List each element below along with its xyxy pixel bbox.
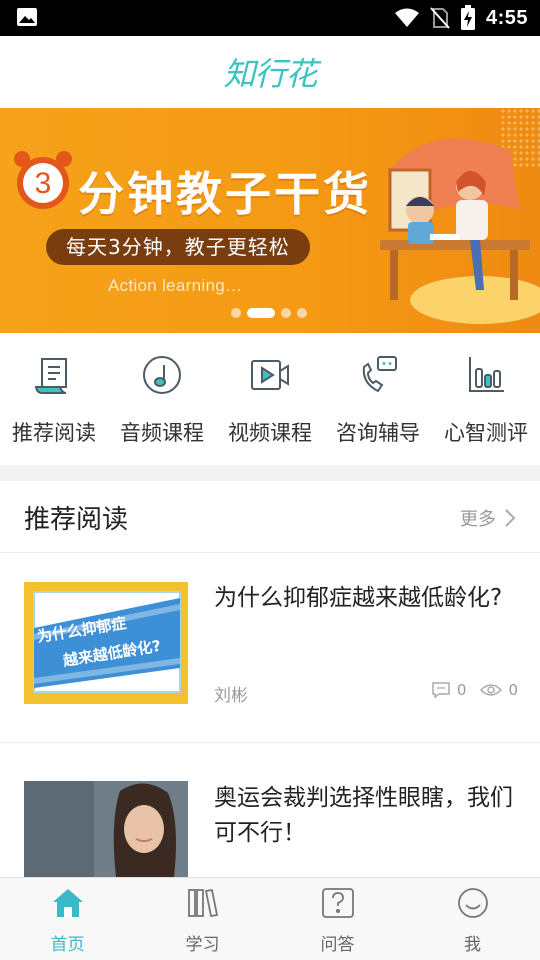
scroll-icon bbox=[34, 358, 67, 394]
tab-label: 学习 bbox=[185, 935, 220, 955]
article-title: 为什么抑郁症越来越低龄化? bbox=[214, 585, 503, 611]
pager-dot[interactable] bbox=[281, 308, 291, 318]
article-thumbnail bbox=[24, 781, 188, 877]
no-sim-icon bbox=[430, 7, 450, 29]
section-title: 推荐阅读 bbox=[24, 505, 129, 535]
promo-banner[interactable]: 3 分钟教子干货 每天3分钟，教子更轻松 Action learning… bbox=[0, 108, 540, 333]
chevron-right-icon bbox=[505, 509, 516, 527]
banner-subtitle: Action learning… bbox=[108, 276, 243, 295]
alarm-clock-icon: 3 bbox=[14, 151, 72, 209]
tab-label: 首页 bbox=[50, 935, 85, 955]
wifi-icon bbox=[394, 8, 419, 27]
books-icon bbox=[187, 888, 218, 918]
category-video[interactable]: 视频课程 bbox=[216, 333, 324, 465]
section-divider bbox=[0, 465, 540, 481]
tab-label: 问答 bbox=[320, 935, 355, 955]
category-row: 推荐阅读 音频课程 视频课程 咨询辅导 心智测评 bbox=[0, 333, 540, 465]
article-item[interactable]: 奥运会裁判选择性眼瞎，我们可不行！ bbox=[0, 743, 540, 877]
video-play-icon bbox=[251, 360, 289, 390]
pager-dot-active[interactable] bbox=[247, 308, 275, 318]
clock-number: 3 bbox=[35, 167, 52, 200]
image-icon bbox=[17, 8, 37, 26]
music-note-icon bbox=[143, 356, 181, 394]
question-icon bbox=[321, 888, 354, 918]
view-count: 0 bbox=[508, 681, 518, 699]
pager-dot[interactable] bbox=[231, 308, 241, 318]
banner-pill: 每天3分钟，教子更轻松 bbox=[46, 229, 310, 265]
banner-title: 分钟教子干货 bbox=[78, 167, 372, 221]
more-label: 更多 bbox=[460, 509, 496, 530]
category-reading[interactable]: 推荐阅读 bbox=[0, 333, 108, 465]
phone-chat-icon bbox=[362, 356, 397, 393]
category-label: 咨询辅导 bbox=[336, 421, 420, 445]
tab-me[interactable]: 我 bbox=[405, 878, 540, 960]
pager-dot[interactable] bbox=[297, 308, 307, 318]
article-stats: 0 0 bbox=[423, 681, 518, 699]
parent-child-illustration bbox=[380, 138, 540, 324]
comment-count: 0 bbox=[456, 681, 467, 699]
more-link[interactable]: 更多 bbox=[460, 505, 516, 531]
tab-qa[interactable]: 问答 bbox=[270, 878, 405, 960]
eye-icon bbox=[480, 684, 503, 696]
tab-label: 我 bbox=[464, 935, 481, 955]
category-label: 推荐阅读 bbox=[12, 421, 96, 445]
category-label: 心智测评 bbox=[444, 421, 528, 445]
section-header: 推荐阅读 更多 bbox=[0, 481, 540, 553]
tab-study[interactable]: 学习 bbox=[135, 878, 270, 960]
clock-time: 4:55 bbox=[485, 6, 528, 29]
article-thumbnail: 为什么抑郁症 越来越低龄化? bbox=[24, 582, 188, 704]
app-header: 知行花 bbox=[0, 36, 540, 108]
category-label: 视频课程 bbox=[228, 421, 312, 445]
status-bar: 4:55 bbox=[0, 0, 540, 36]
comment-icon bbox=[432, 682, 450, 699]
battery-charging-icon bbox=[460, 5, 475, 30]
category-assessment[interactable]: 心智测评 bbox=[432, 333, 540, 465]
smiley-icon bbox=[457, 888, 488, 918]
article-title: 奥运会裁判选择性眼瞎，我们可不行！ bbox=[214, 785, 513, 846]
category-consult[interactable]: 咨询辅导 bbox=[324, 333, 432, 465]
category-audio[interactable]: 音频课程 bbox=[108, 333, 216, 465]
article-author: 刘彬 bbox=[214, 686, 248, 706]
comments-group: 0 bbox=[431, 681, 467, 699]
brand-logo: 知行花 bbox=[223, 55, 317, 93]
home-icon bbox=[52, 889, 83, 917]
article-item[interactable]: 为什么抑郁症 越来越低龄化? 为什么抑郁症越来越低龄化? 刘彬 0 0 bbox=[0, 553, 540, 743]
bottom-tab-bar: 首页 学习 问答 我 bbox=[0, 877, 540, 960]
category-label: 音频课程 bbox=[120, 421, 204, 445]
bar-chart-icon bbox=[469, 357, 504, 392]
banner-pager[interactable] bbox=[231, 308, 307, 318]
tab-home[interactable]: 首页 bbox=[0, 878, 135, 960]
views-group: 0 bbox=[480, 681, 518, 699]
